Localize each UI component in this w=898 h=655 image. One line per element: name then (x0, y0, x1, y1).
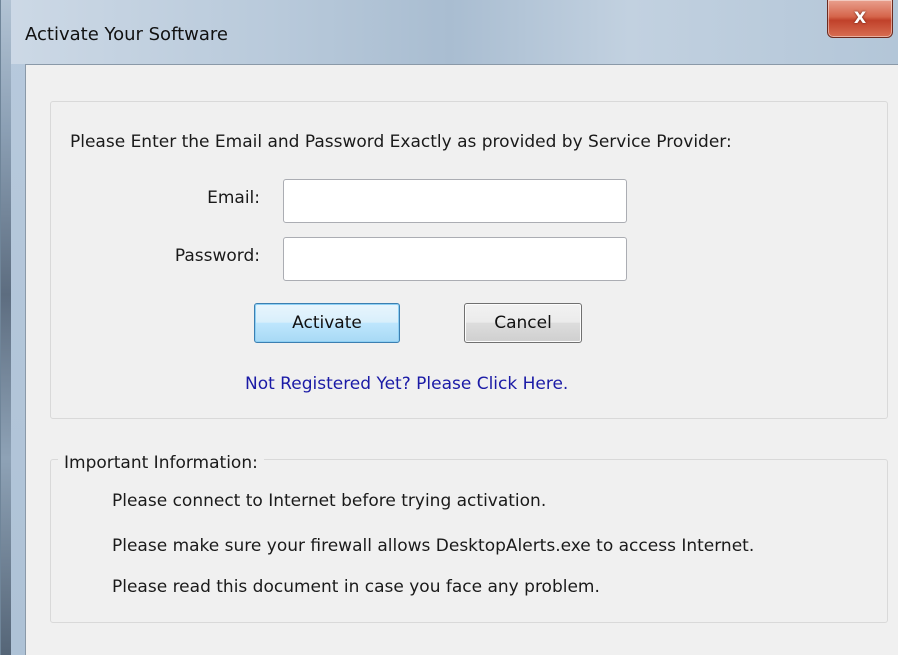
register-link[interactable]: Not Registered Yet? Please Click Here. (245, 374, 568, 394)
email-label: Email: (207, 188, 260, 208)
activation-dialog: Activate Your Software X Please Enter th… (0, 0, 898, 655)
dialog-client-area: Please Enter the Email and Password Exac… (25, 64, 898, 655)
close-button[interactable]: X (827, 0, 893, 38)
title-bar[interactable]: Activate Your Software X (1, 0, 898, 64)
info-connect-text: Please connect to Internet before trying… (112, 491, 547, 511)
read-document-link[interactable]: Please read this document in case you fa… (112, 577, 600, 597)
password-field[interactable] (283, 237, 627, 281)
window-title: Activate Your Software (25, 24, 228, 45)
close-icon: X (853, 8, 867, 27)
window-frame-left (1, 0, 11, 655)
firewall-info-link[interactable]: Please make sure your firewall allows De… (112, 536, 754, 556)
instructions-text: Please Enter the Email and Password Exac… (70, 132, 732, 152)
email-field[interactable] (283, 179, 627, 223)
cancel-button[interactable]: Cancel (464, 303, 582, 343)
password-label: Password: (174, 246, 260, 266)
important-info-label: Important Information: (58, 453, 264, 473)
activate-button[interactable]: Activate (254, 303, 400, 343)
